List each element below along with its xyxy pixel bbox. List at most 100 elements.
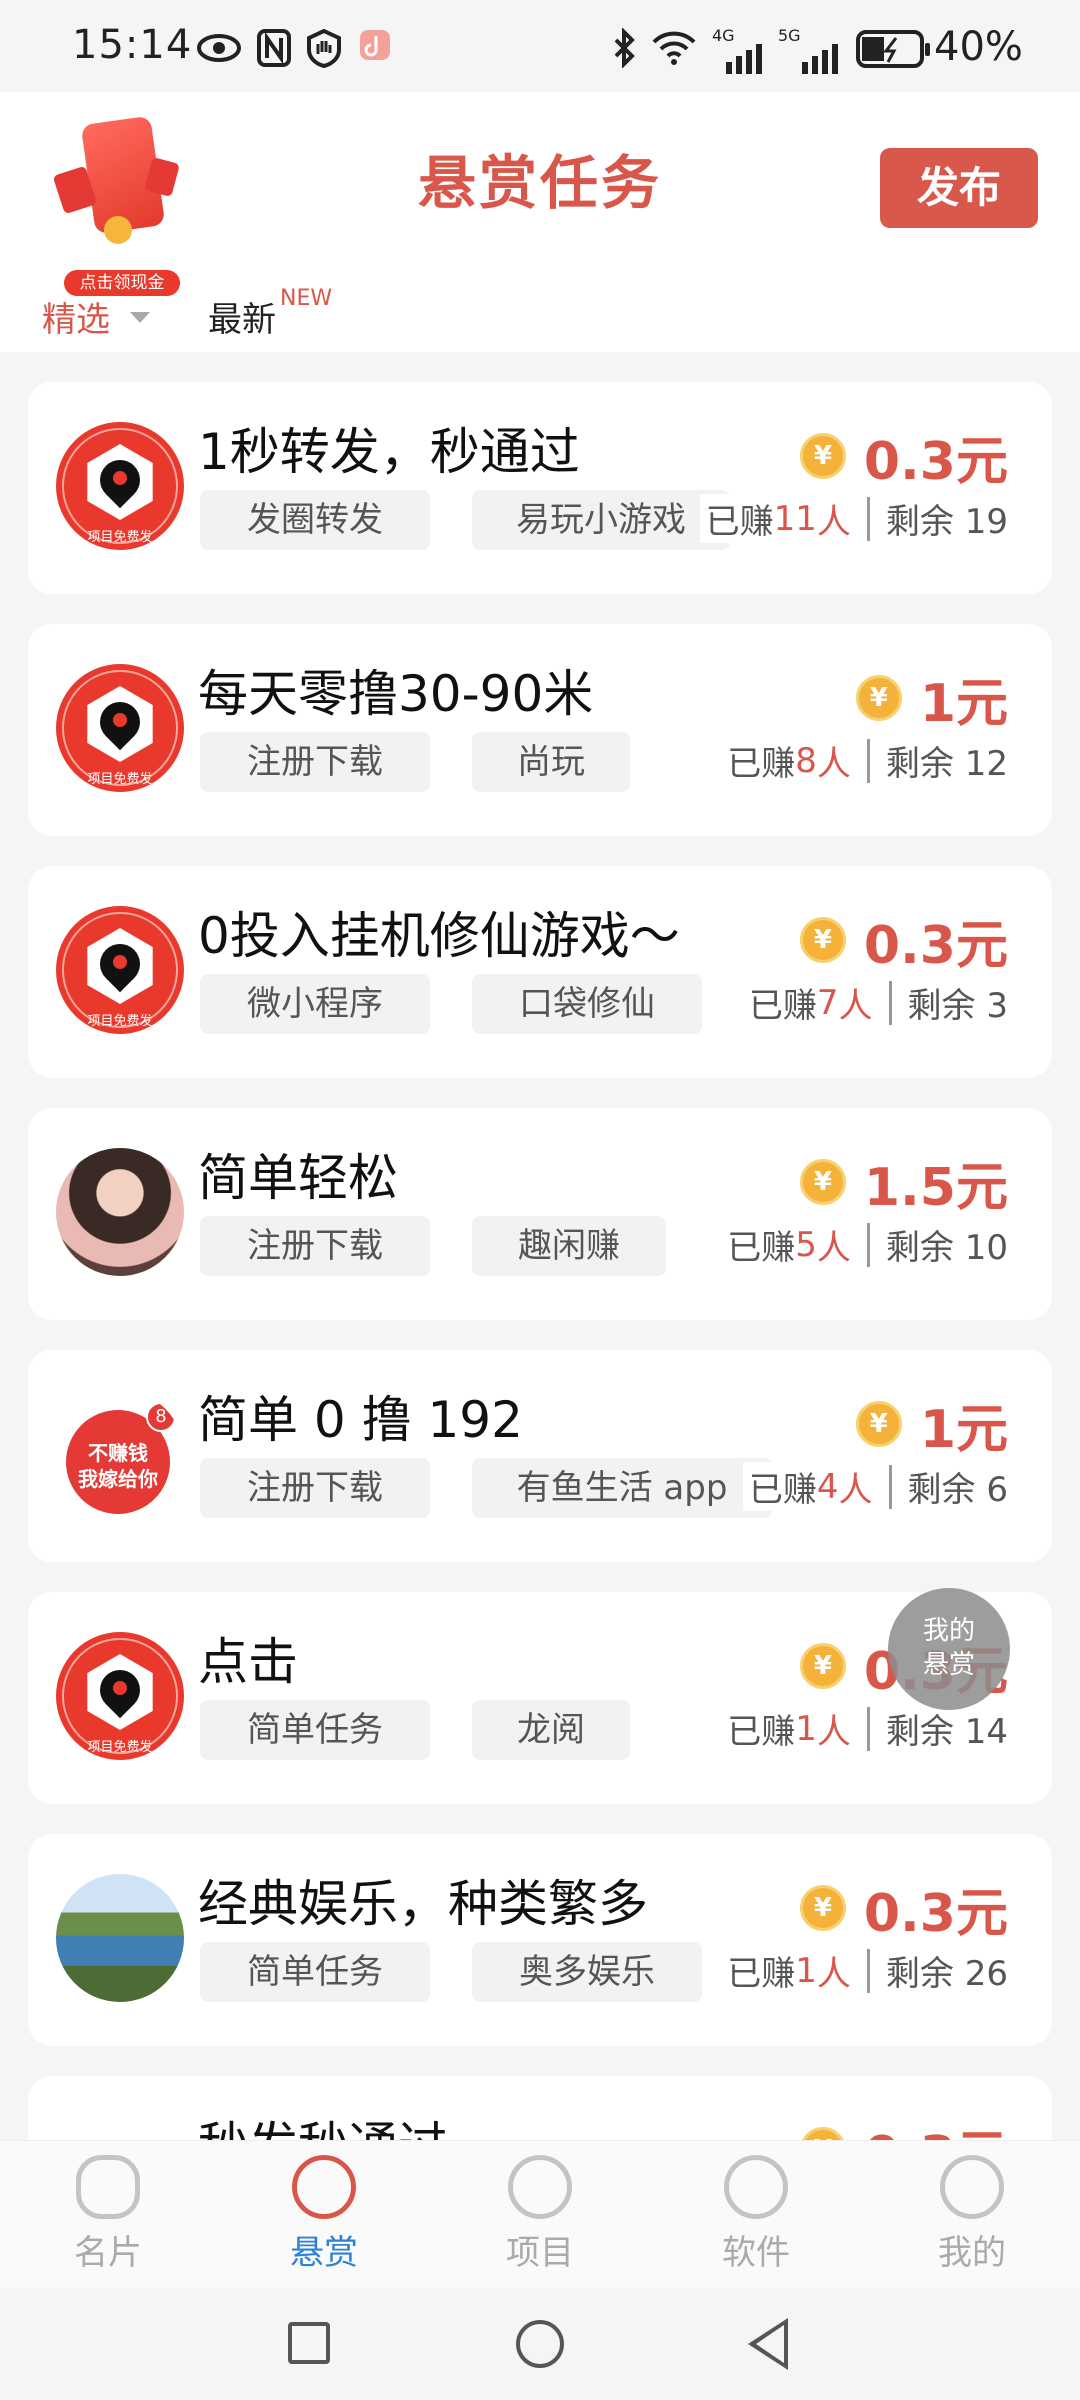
wifi-icon [650,28,698,68]
earned-unit: 人 [816,744,851,784]
earned-unit: 人 [816,1228,851,1268]
filter-latest[interactable]: 最新 [208,292,276,341]
chat-icon [76,2155,140,2219]
task-reward: ¥ 1.5元 [799,1152,1008,1218]
profile-icon [940,2155,1004,2219]
nav-item-card[interactable]: 名片 [38,2155,178,2274]
nav-item-project[interactable]: 项目 [470,2155,610,2274]
radar-icon [724,2155,788,2219]
my-rewards-fab[interactable]: 我的 悬赏 [888,1588,1010,1710]
back-icon[interactable] [748,2318,788,2370]
task-card[interactable]: 不赚钱 我嫁给你 8 简单 0 撸 192 注册下载 有鱼生活 app ¥ 1元 … [28,1350,1052,1562]
task-avatar: 项目免费发 [56,422,184,550]
earned-unit: 人 [816,1954,851,1994]
task-avatar: 不赚钱 我嫁给你 8 [56,1390,184,1518]
task-stats: 已赚 7 人 剩余 3 [742,978,1008,1027]
signal-icon: 4G [712,28,762,74]
task-card[interactable]: 经典娱乐，种类繁多 简单任务 奥多娱乐 ¥ 0.3元 已赚 1 人 剩余 26 [28,1834,1052,2046]
divider [888,980,892,1025]
task-title: 1秒转发，秒通过 [198,423,580,481]
nav-label: 我的 [938,2233,1006,2273]
chevron-down-icon[interactable] [130,312,150,323]
coin-icon: ¥ [799,917,846,963]
nav-label: 项目 [506,2233,574,2273]
recents-icon[interactable] [288,2322,330,2364]
earned-unit: 人 [838,1470,873,1510]
task-stats: 已赚 1 人 剩余 14 [721,1704,1008,1753]
task-type-tag: 微小程序 [200,974,430,1034]
filter-featured[interactable]: 精选 [42,292,110,341]
coin-icon: ¥ [799,1643,846,1689]
remaining-count: 剩余 14 [885,1712,1008,1752]
task-card[interactable]: 项目免费发 每天零撸30-90米 注册下载 尚玩 ¥ 1元 已赚 8 人 剩余 12 [28,624,1052,836]
earned-count: 4 [816,1466,839,1507]
earned-count: 5 [795,1224,817,1265]
coin-icon: ¥ [799,433,846,479]
task-type-tag: 注册下载 [200,732,430,792]
remaining-count: 剩余 10 [885,1228,1008,1268]
nav-item-reward[interactable]: 悬赏 [254,2155,394,2274]
coin-icon: ¥ [799,1885,846,1931]
task-card[interactable]: 项目免费发 0投入挂机修仙游戏～ 微小程序 口袋修仙 ¥ 0.3元 已赚 7 人 剩… [28,866,1052,1078]
tiktok-icon [358,28,392,68]
task-type-tag: 注册下载 [200,1458,430,1518]
task-app-tag: 口袋修仙 [472,974,702,1034]
signal-icon-2: 5G [778,28,840,74]
task-app-tag: 奥多娱乐 [472,1942,702,2002]
reward-value: 1元 [919,1399,1008,1460]
avatar-caption: 项目免费发 [87,530,153,545]
task-card[interactable]: 项目免费发 1秒转发，秒通过 发圈转发 易玩小游戏 ¥ 0.3元 已赚 11 人 剩… [28,382,1052,594]
remaining-count: 剩余 19 [885,502,1008,542]
earned-label: 已赚 [727,1228,796,1268]
task-stats: 已赚 4 人 剩余 6 [742,1462,1008,1511]
task-app-tag: 尚玩 [472,732,630,792]
task-type-tag: 发圈转发 [200,490,430,550]
nav-item-software[interactable]: 软件 [686,2155,826,2274]
nav-item-me[interactable]: 我的 [902,2155,1042,2274]
home-icon[interactable] [516,2320,564,2368]
divider [888,1464,892,1509]
task-card[interactable]: 简单轻松 注册下载 趣闲赚 ¥ 1.5元 已赚 5 人 剩余 10 [28,1108,1052,1320]
nfc-icon [256,28,292,68]
earned-count: 7 [816,982,839,1023]
avatar-caption: 项目免费发 [87,1740,153,1755]
task-card[interactable]: 秒发秒通过 ¥ 0.3元 [28,2076,1052,2140]
nav-label: 名片 [74,2233,142,2273]
earned-count: 1 [795,1708,817,1749]
earned-unit: 人 [816,1712,851,1752]
reward-value: 0.3元 [864,2113,1008,2141]
task-reward: ¥ 1元 [855,668,1008,734]
task-title: 0投入挂机修仙游戏～ [198,907,680,965]
eye-icon [196,28,242,68]
task-title: 每天零撸30-90米 [198,665,594,723]
task-list[interactable]: 项目免费发 1秒转发，秒通过 发圈转发 易玩小游戏 ¥ 0.3元 已赚 11 人 剩… [0,352,1080,2140]
earned-label: 已赚 [748,986,817,1026]
task-title: 经典娱乐，种类繁多 [198,1875,648,1933]
avatar-caption: 项目免费发 [87,1014,153,1029]
task-app-tag: 趣闲赚 [472,1216,666,1276]
earned-unit: 人 [838,986,873,1026]
remaining-count: 剩余 3 [907,986,1008,1026]
task-title: 秒发秒通过 [198,2106,448,2140]
task-title: 简单轻松 [198,1149,398,1207]
avatar-slogan-line2: 我嫁给你 [78,1467,158,1491]
nav-label: 软件 [722,2233,790,2273]
task-avatar [56,1148,184,1276]
fab-line2: 悬赏 [922,1650,975,1680]
task-avatar: 项目免费发 [56,1632,184,1760]
earned-count: 8 [795,740,817,781]
new-badge: NEW [280,286,333,311]
publish-button[interactable]: 发布 [880,148,1038,228]
task-title: 简单 0 撸 192 [198,1391,523,1449]
battery-icon [856,30,930,68]
task-avatar [56,1874,184,2002]
header: 点击领现金 悬赏任务 发布 精选 最新 NEW [0,92,1080,352]
battery-percent: 40% [934,24,1023,70]
avatar-slogan-line1: 不赚钱 [88,1441,148,1465]
task-reward: ¥ 0.3元 [799,2120,1008,2140]
reward-value: 0.3元 [863,915,1008,976]
task-type-tag: 简单任务 [200,1700,430,1760]
task-stats: 已赚 8 人 剩余 12 [721,736,1008,785]
coin-icon: ¥ [799,2127,846,2140]
task-reward: ¥ 1元 [855,1394,1008,1460]
